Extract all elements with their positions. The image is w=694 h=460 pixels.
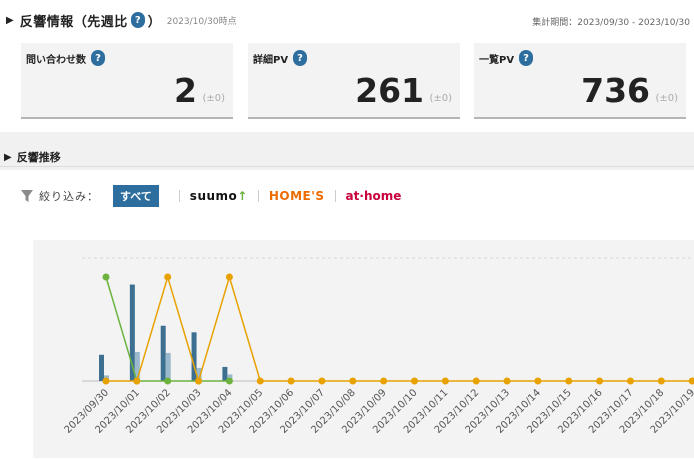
card-label: 一覧PV — [479, 54, 515, 66]
as-of-date: 2023/10/30時点 — [166, 16, 237, 27]
inquiry-count-card: 問い合わせ数 ? 2 (±0) — [21, 43, 233, 119]
data-point — [503, 377, 511, 385]
card-diff: (±0) — [655, 93, 678, 104]
list-pv-card: 一覧PV ? 736 (±0) — [474, 43, 686, 119]
filter-suumo-button[interactable]: suumo↑ — [190, 189, 248, 203]
data-point — [380, 377, 388, 385]
trend-title: 反響推移 — [16, 151, 61, 164]
help-icon[interactable]: ? — [130, 12, 145, 28]
data-point — [596, 377, 604, 385]
suumo-arrow-icon: ↑ — [237, 189, 248, 203]
help-icon[interactable]: ? — [91, 50, 105, 66]
data-point — [195, 377, 203, 385]
help-icon[interactable]: ? — [293, 50, 308, 66]
card-value: 736 — [581, 71, 650, 110]
data-point — [164, 377, 172, 385]
data-point — [256, 377, 264, 385]
data-point — [225, 377, 233, 385]
data-point — [133, 377, 141, 385]
data-point — [657, 377, 665, 385]
filter-homes-button[interactable]: HOME'S — [269, 189, 325, 203]
data-point — [225, 273, 233, 281]
bar — [99, 354, 104, 381]
detail-pv-card: 詳細PV ? 261 (±0) — [248, 43, 460, 119]
collapse-triangle-icon[interactable]: ▶ — [6, 15, 14, 26]
divider — [334, 190, 336, 202]
data-point — [534, 377, 542, 385]
summary-title: 反響情報（先週比 — [19, 14, 128, 30]
data-point — [441, 377, 449, 385]
divider — [257, 190, 259, 202]
filter-all-button[interactable]: すべて — [113, 185, 159, 207]
card-diff: (±0) — [202, 93, 225, 104]
data-point — [472, 377, 480, 385]
data-point — [287, 377, 295, 385]
data-point — [102, 377, 110, 385]
filter-bar: 絞り込み： すべて suumo↑ HOME'S at·home — [20, 185, 401, 207]
summary-header: ▶ 反響情報（先週比 ? ） 2023/10/30時点 — [6, 11, 237, 30]
collapse-triangle-icon[interactable]: ▶ — [4, 152, 12, 163]
data-point — [626, 377, 634, 385]
data-point — [318, 377, 326, 385]
divider — [0, 166, 694, 167]
help-icon[interactable]: ? — [519, 50, 534, 66]
bar — [160, 325, 166, 381]
filter-label: 絞り込み： — [39, 190, 99, 203]
card-label: 詳細PV — [253, 54, 289, 66]
trend-header: ▶ 反響推移 — [4, 149, 61, 165]
data-point — [565, 377, 573, 385]
suumo-logo: suumo — [189, 189, 238, 203]
card-value: 261 — [355, 71, 424, 110]
trend-chart: 2023/09/302023/10/012023/10/022023/10/03… — [33, 240, 694, 458]
data-point — [102, 273, 110, 281]
filter-athome-button[interactable]: at·home — [346, 189, 402, 203]
card-value: 2 — [174, 71, 197, 110]
aggregation-period: 集計期間：2023/09/30 - 2023/10/30 — [532, 18, 690, 28]
card-label: 問い合わせ数 — [26, 54, 86, 66]
summary-title-close: ） — [147, 14, 161, 30]
filter-funnel-icon — [21, 190, 33, 202]
data-point — [349, 377, 357, 385]
divider — [178, 190, 180, 202]
data-point — [411, 377, 418, 385]
bar — [165, 352, 171, 381]
data-point — [164, 273, 172, 281]
card-diff: (±0) — [429, 93, 452, 104]
